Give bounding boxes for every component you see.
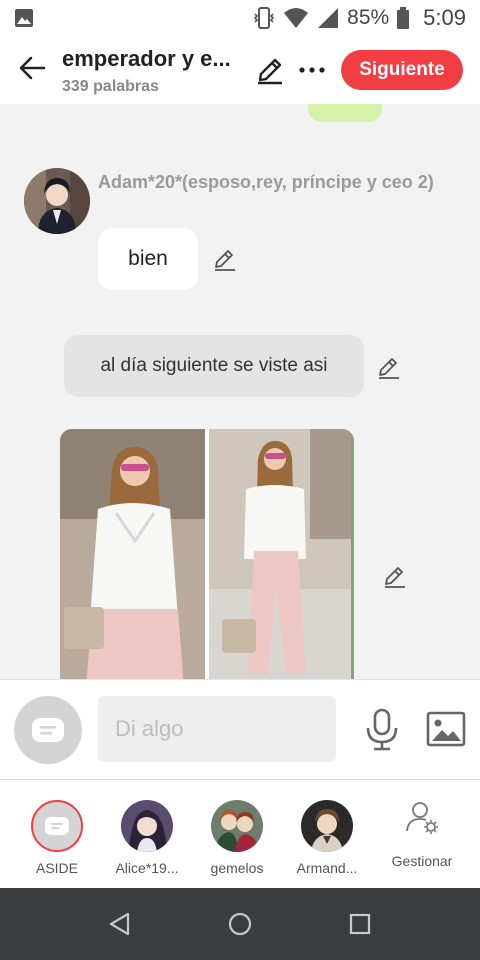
character-name: ASIDE [35, 860, 78, 876]
character-armand[interactable]: Armand... [287, 800, 367, 876]
signal-icon [318, 8, 339, 28]
message-type-button[interactable] [14, 696, 82, 764]
more-dots-icon [299, 67, 325, 73]
nav-recent-apps-icon[interactable] [346, 910, 374, 938]
user-settings-icon [406, 802, 438, 834]
character-name: gemelos [210, 860, 264, 876]
back-button[interactable] [14, 50, 50, 86]
edit-message-button[interactable] [212, 246, 238, 272]
character-selector: ASIDE Alice*19... gemelos Armand... Gest… [0, 779, 480, 888]
insert-image-button[interactable] [426, 710, 466, 748]
image-icon [15, 9, 33, 27]
avatar [121, 800, 173, 852]
chat-bubble-icon [45, 817, 69, 835]
nav-back-icon[interactable] [106, 910, 134, 938]
next-button[interactable]: Siguiente [341, 50, 463, 90]
system-navigation-bar [0, 888, 480, 960]
vibrate-icon [254, 7, 275, 29]
edit-message-button[interactable] [376, 354, 402, 380]
nav-home-icon[interactable] [226, 910, 254, 938]
character-name: Armand... [296, 860, 358, 876]
narration-bubble[interactable]: al día siguiente se viste asi [64, 335, 364, 397]
character-name: Alice*19... [115, 860, 179, 876]
chat-bubble-icon [32, 718, 64, 742]
message-composer [0, 679, 480, 779]
character-gemelos[interactable]: gemelos [197, 800, 277, 876]
word-count: 339 palabras [62, 78, 159, 95]
manage-characters-button[interactable]: Gestionar [382, 800, 462, 869]
arrow-left-icon [19, 56, 46, 80]
wifi-icon [284, 8, 309, 28]
pencil-icon [379, 358, 399, 379]
battery-icon [397, 7, 410, 29]
avatar[interactable] [24, 168, 90, 234]
aside-avatar [31, 800, 83, 852]
status-bar: 85% 5:09 [0, 0, 480, 36]
battery-percent: 85% [347, 6, 390, 29]
image-icon [426, 711, 466, 747]
manage-label: Gestionar [391, 853, 453, 869]
story-header: emperador y e... 339 palabras Siguiente [0, 36, 480, 104]
microphone-icon [366, 708, 398, 751]
more-options-button[interactable] [296, 54, 328, 86]
message-author: Adam*20*(esposo,rey, príncipe y ceo 2) [98, 172, 434, 192]
pencil-icon [385, 567, 405, 588]
character-aside[interactable]: ASIDE [17, 800, 97, 876]
character-alice[interactable]: Alice*19... [107, 800, 187, 876]
character-message-bubble[interactable]: bien [98, 228, 198, 290]
story-title: emperador y e... [62, 46, 231, 71]
edit-title-button[interactable] [254, 54, 286, 86]
pencil-icon [215, 250, 235, 271]
avatar [301, 800, 353, 852]
edit-message-button[interactable] [382, 563, 408, 589]
chat-area[interactable]: Adam*20*(esposo,rey, príncipe y ceo 2) b… [0, 104, 480, 679]
pencil-icon [258, 58, 282, 85]
previous-message-bubble[interactable] [308, 104, 382, 122]
avatar [211, 800, 263, 852]
clock: 5:09 [423, 5, 466, 30]
image-message[interactable] [60, 429, 354, 679]
message-input[interactable] [98, 696, 336, 762]
voice-input-button[interactable] [364, 708, 400, 752]
